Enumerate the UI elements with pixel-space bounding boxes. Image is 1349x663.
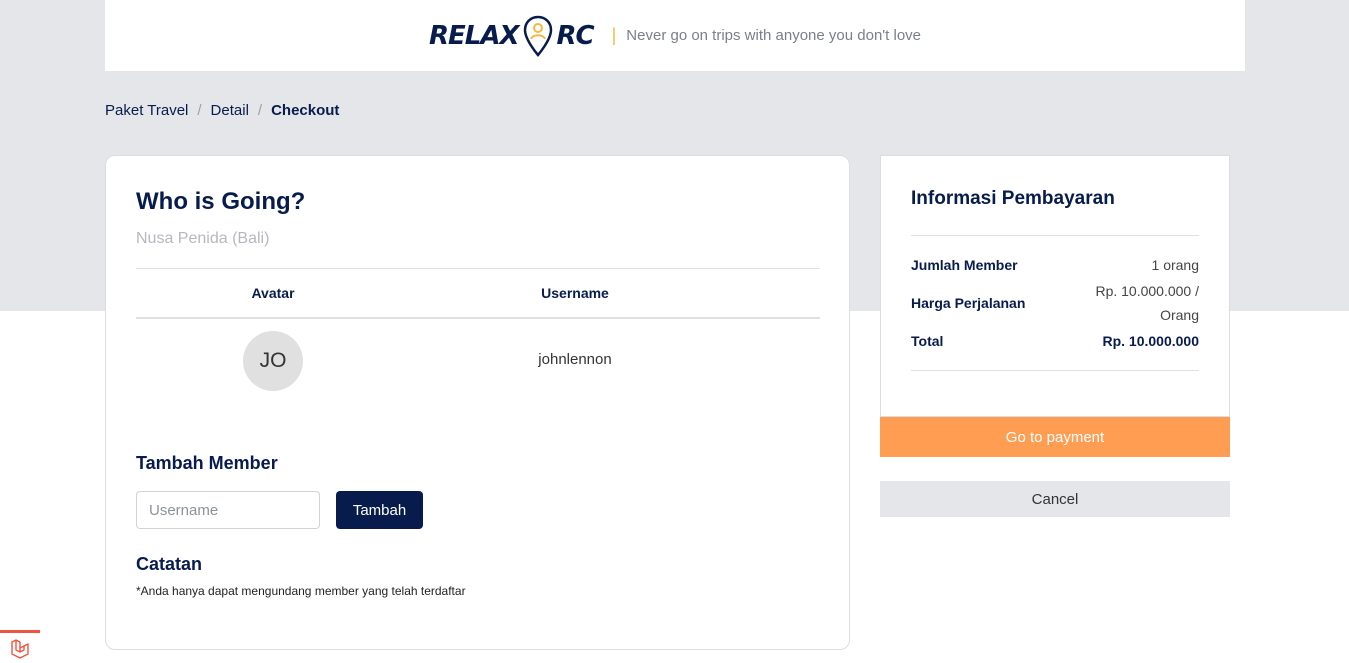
payment-divider-top bbox=[911, 235, 1199, 236]
breadcrumb-item-paket-travel[interactable]: Paket Travel bbox=[105, 102, 188, 119]
username-input[interactable] bbox=[136, 491, 320, 529]
go-to-payment-button[interactable]: Go to payment bbox=[880, 417, 1230, 457]
column-header-avatar: Avatar bbox=[251, 285, 295, 301]
brand-logo[interactable]: RELAX RC bbox=[428, 14, 595, 58]
tagline-separator: | bbox=[611, 25, 617, 45]
payment-title: Informasi Pembayaran bbox=[911, 188, 1115, 209]
column-header-username: Username bbox=[541, 285, 609, 301]
tagline: | Never go on trips with anyone you don'… bbox=[612, 25, 921, 46]
payment-label: Total bbox=[911, 333, 944, 349]
add-member-title: Tambah Member bbox=[136, 453, 278, 473]
add-member-button[interactable]: Tambah bbox=[336, 491, 423, 529]
laravel-debugbar-badge[interactable] bbox=[0, 630, 40, 663]
payment-row-member-count: Jumlah Member 1 orang bbox=[911, 255, 1199, 279]
note-text: *Anda hanya dapat mengundang member yang… bbox=[136, 584, 466, 598]
logo-text-left: RELAX bbox=[428, 20, 520, 51]
breadcrumb: Paket Travel / Detail / Checkout bbox=[105, 102, 339, 119]
note-title: Catatan bbox=[136, 554, 203, 574]
payment-label: Jumlah Member bbox=[911, 257, 1018, 273]
logo-text-right: RC bbox=[556, 20, 595, 51]
payment-label: Harga Perjalanan bbox=[911, 295, 1026, 311]
payment-row-trip-price: Harga Perjalanan Rp. 10.000.000 / Orang bbox=[911, 279, 1199, 327]
destination-subtitle: Nusa Penida (Bali) bbox=[136, 230, 270, 247]
cancel-button[interactable]: Cancel bbox=[880, 481, 1230, 517]
table-header: Avatar Username bbox=[136, 268, 820, 319]
breadcrumb-item-checkout: Checkout bbox=[271, 102, 340, 119]
breadcrumb-separator: / bbox=[257, 102, 263, 119]
payment-total-value: Rp. 10.000.000 bbox=[1102, 333, 1199, 349]
laravel-icon bbox=[11, 639, 29, 659]
members-card: Who is Going? Nusa Penida (Bali) Avatar … bbox=[105, 155, 850, 650]
page-title: Who is Going? bbox=[136, 188, 306, 215]
map-pin-icon bbox=[523, 15, 552, 57]
breadcrumb-separator: / bbox=[197, 102, 202, 119]
table-row: JO johnlennon bbox=[136, 319, 820, 405]
payment-info-card: Informasi Pembayaran Jumlah Member 1 ora… bbox=[880, 155, 1230, 417]
member-username: johnlennon bbox=[538, 351, 612, 368]
payment-value: 1 orang bbox=[1151, 257, 1199, 273]
payment-divider-bottom bbox=[911, 370, 1199, 371]
payment-row-total: Total Rp. 10.000.000 bbox=[911, 331, 1199, 355]
breadcrumb-item-detail[interactable]: Detail bbox=[211, 102, 249, 119]
payment-value-line-2: Orang bbox=[1160, 307, 1199, 323]
tagline-text: Never go on trips with anyone you don't … bbox=[626, 27, 922, 44]
payment-value-line-1: Rp. 10.000.000 / bbox=[1095, 283, 1199, 299]
members-table: Avatar Username JO johnlennon bbox=[136, 268, 820, 405]
avatar: JO bbox=[243, 331, 303, 391]
site-header: RELAX RC | Never go on trips with anyone… bbox=[105, 0, 1245, 71]
